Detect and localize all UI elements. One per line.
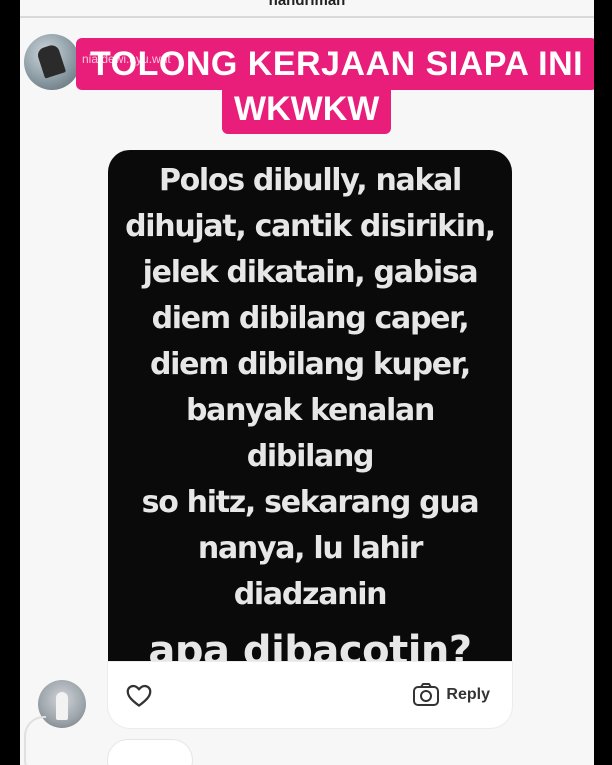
camera-icon xyxy=(413,683,440,706)
story-line: diem dibilang kuper, xyxy=(149,347,471,382)
story-line-emphasis: apa dibacotin? xyxy=(148,628,472,662)
sender-handle: nia.dewi.ayu.wnt xyxy=(82,52,171,66)
story-line: dihujat, cantik disirikin, xyxy=(125,209,496,244)
avatar-photo-figure xyxy=(56,692,68,720)
story-line: so hitz, sekarang gua xyxy=(141,485,480,520)
partial-bubble-edge xyxy=(24,716,46,765)
story-line: jelek dikatain, gabisa xyxy=(142,255,479,290)
header-divider xyxy=(20,16,594,18)
instagram-dm-screen: nandriman TOLONG KERJAAN SIAPA INI nia.d… xyxy=(20,0,594,765)
sender-avatar[interactable] xyxy=(24,34,80,90)
story-line: diem dibilang caper, xyxy=(151,301,470,336)
phone-frame: nandriman TOLONG KERJAAN SIAPA INI nia.d… xyxy=(0,0,612,765)
reply-label: Reply xyxy=(446,686,490,703)
story-line: Polos dibully, nakal xyxy=(158,163,462,198)
story-quote-text: Polos dibully, nakal dihujat, cantik dis… xyxy=(120,158,500,662)
story-line: nanya, lu lahir diadzanin xyxy=(197,531,423,612)
heart-icon xyxy=(126,684,152,707)
shared-story-card[interactable]: Polos dibully, nakal dihujat, cantik dis… xyxy=(108,150,512,662)
chat-username[interactable]: nandriman xyxy=(20,0,594,9)
story-line: banyak kenalan dibilang xyxy=(185,393,435,474)
story-action-bar: Reply xyxy=(108,662,512,728)
next-message-bubble[interactable] xyxy=(108,740,192,765)
caption-sticker-line-2: WKWKW xyxy=(222,84,392,134)
avatar-photo-figure xyxy=(35,43,67,79)
reply-button[interactable]: Reply xyxy=(412,680,490,710)
like-button[interactable] xyxy=(124,680,154,710)
